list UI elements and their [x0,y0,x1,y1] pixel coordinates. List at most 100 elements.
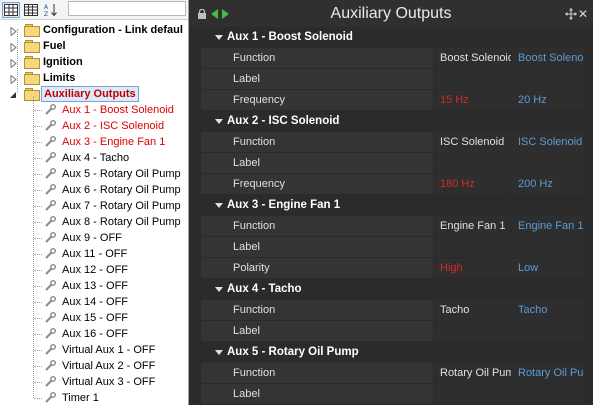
tree-item-label[interactable]: Virtual Aux 3 - OFF [62,374,155,390]
property-value[interactable] [434,237,511,258]
tree-item-label[interactable]: Aux 2 - ISC Solenoid [62,118,164,134]
tree-item[interactable]: Aux 15 - OFF [0,310,188,326]
tree-search-input[interactable] [68,1,186,16]
tree-item-label[interactable]: Aux 1 - Boost Solenoid [62,102,174,118]
move-icon[interactable] [565,8,577,20]
tree-item-label[interactable]: Aux 5 - Rotary Oil Pump [62,166,181,182]
tree-item[interactable]: Aux 7 - Rotary Oil Pump [0,198,188,214]
row-gutter [189,153,201,174]
property-value[interactable]: Tacho [434,300,511,321]
collapsed-triangle-icon[interactable] [9,57,18,69]
property-row[interactable]: Label [189,153,593,174]
tree-item-label[interactable]: Aux 4 - Tacho [62,150,129,166]
property-label: Label [201,237,433,258]
property-row[interactable]: Label [189,321,593,342]
property-row[interactable]: Label [189,237,593,258]
tree-item[interactable]: Aux 4 - Tacho [0,150,188,166]
tree-item[interactable]: Aux 6 - Rotary Oil Pump [0,182,188,198]
tree-folder-label[interactable]: Ignition [41,54,85,70]
tree-item-label[interactable]: Aux 15 - OFF [62,310,128,326]
property-value[interactable]: 180 Hz [434,174,511,195]
tree-item-label[interactable]: Aux 16 - OFF [62,326,128,342]
property-value[interactable] [434,384,511,405]
collapsed-triangle-icon[interactable] [9,73,18,85]
property-value[interactable] [434,321,511,342]
tree-item[interactable]: Virtual Aux 3 - OFF [0,374,188,390]
tree-item[interactable]: Aux 2 - ISC Solenoid [0,118,188,134]
tree-item-label[interactable]: Aux 11 - OFF [62,246,127,262]
property-value[interactable]: Boost Solenoid [434,48,511,69]
tree-item-label[interactable]: Aux 7 - Rotary Oil Pump [62,198,181,214]
property-row[interactable]: Polarity High Low [189,258,593,279]
collapse-triangle-icon[interactable] [215,119,223,124]
property-value[interactable]: Rotary Oil Pump [434,363,511,384]
tree-folder-node[interactable]: Limits [0,70,188,86]
tree-item[interactable]: Aux 1 - Boost Solenoid [0,102,188,118]
tree-item[interactable]: Virtual Aux 1 - OFF [0,342,188,358]
tree-item[interactable]: Aux 12 - OFF [0,262,188,278]
tree-folder-node[interactable]: Auxiliary Outputs [0,86,188,102]
categorized-view-button[interactable] [2,1,20,18]
wrench-icon [44,120,56,132]
sort-az-button[interactable]: A Z [42,2,60,18]
tree-item[interactable]: Aux 5 - Rotary Oil Pump [0,166,188,182]
tree-item-label[interactable]: Aux 6 - Rotary Oil Pump [62,182,181,198]
collapse-triangle-icon[interactable] [215,35,223,40]
tree-item[interactable]: Virtual Aux 2 - OFF [0,358,188,374]
tree-item-label[interactable]: Aux 8 - Rotary Oil Pump [62,214,181,230]
property-value[interactable]: Engine Fan 1 [434,216,511,237]
collapse-triangle-icon[interactable] [215,287,223,292]
grid-view-button[interactable] [22,2,40,18]
tree-item-label[interactable]: Aux 12 - OFF [62,262,128,278]
tree-item-label[interactable]: Aux 3 - Engine Fan 1 [62,134,165,150]
wrench-icon [44,376,56,388]
property-row[interactable]: Function Tacho Tacho [189,300,593,321]
property-row[interactable]: Label [189,69,593,90]
property-label: Frequency [201,174,433,195]
property-value[interactable] [434,69,511,90]
collapsed-triangle-icon[interactable] [9,25,18,37]
property-row[interactable]: Frequency 15 Hz 20 Hz [189,90,593,111]
tree-item[interactable]: Aux 13 - OFF [0,278,188,294]
tree-item-label[interactable]: Aux 13 - OFF [62,278,128,294]
expanded-triangle-icon[interactable] [9,89,18,98]
section-header[interactable]: Aux 1 - Boost Solenoid [189,27,593,48]
property-row[interactable]: FunctionBoost SolenoidBoost Solenoid [189,48,593,69]
tree-item-label[interactable]: Virtual Aux 1 - OFF [62,342,155,358]
section-header[interactable]: Aux 5 - Rotary Oil Pump [189,342,593,363]
collapse-triangle-icon[interactable] [215,350,223,355]
property-row[interactable]: Frequency 180 Hz 200 Hz [189,174,593,195]
property-row[interactable]: Function ISC Solenoid ISC Solenoid [189,132,593,153]
tree-item[interactable]: Aux 16 - OFF [0,326,188,342]
tree-folder-label[interactable]: Limits [41,70,77,86]
property-value[interactable] [434,153,511,174]
collapse-triangle-icon[interactable] [215,203,223,208]
tree-item[interactable]: Aux 8 - Rotary Oil Pump [0,214,188,230]
close-icon[interactable]: ✕ [578,8,588,20]
section-header[interactable]: Aux 2 - ISC Solenoid [189,111,593,132]
tree-folder-node[interactable]: Fuel [0,38,188,54]
tree-item-label[interactable]: Aux 9 - OFF [62,230,122,246]
tree-folder-label[interactable]: Auxiliary Outputs [41,86,139,102]
tree-item[interactable]: Aux 3 - Engine Fan 1 [0,134,188,150]
tree-item[interactable]: Timer 1 [0,390,188,405]
tree-folder-label[interactable]: Configuration - Link defaul [41,22,185,38]
tree-item-label[interactable]: Virtual Aux 2 - OFF [62,358,155,374]
tree-item[interactable]: Aux 11 - OFF [0,246,188,262]
property-value[interactable]: ISC Solenoid [434,132,511,153]
tree-folder-node[interactable]: Configuration - Link defaul [0,22,188,38]
tree-item-label[interactable]: Aux 14 - OFF [62,294,128,310]
property-value[interactable]: High [434,258,511,279]
collapsed-triangle-icon[interactable] [9,41,18,53]
tree-folder-node[interactable]: Ignition [0,54,188,70]
section-header[interactable]: Aux 3 - Engine Fan 1 [189,195,593,216]
tree-item-label[interactable]: Timer 1 [62,390,99,405]
property-row[interactable]: FunctionRotary Oil PumpRotary Oil Pump [189,363,593,384]
tree-item[interactable]: Aux 14 - OFF [0,294,188,310]
section-header[interactable]: Aux 4 - Tacho [189,279,593,300]
property-row[interactable]: Function Engine Fan 1 Engine Fan 1 [189,216,593,237]
tree-folder-label[interactable]: Fuel [41,38,68,54]
tree-item[interactable]: Aux 9 - OFF [0,230,188,246]
property-value[interactable]: 15 Hz [434,90,511,111]
property-row[interactable]: Label [189,384,593,405]
